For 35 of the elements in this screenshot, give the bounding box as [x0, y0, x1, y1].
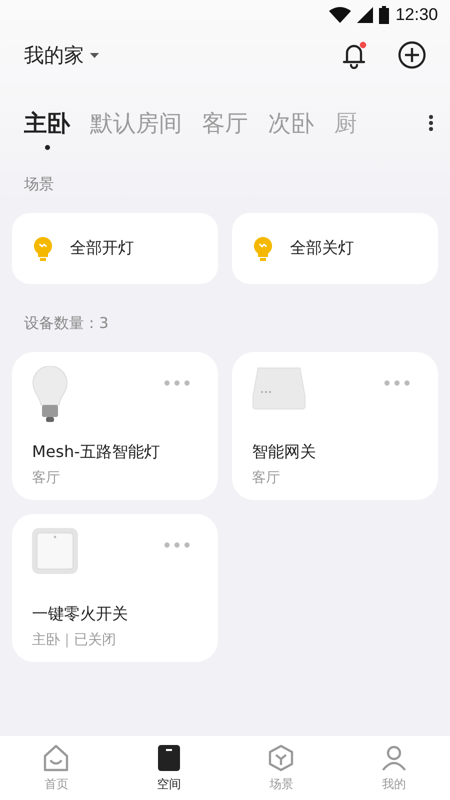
more-icon[interactable] — [428, 114, 434, 132]
device-name: 一键零火开关 — [32, 604, 128, 625]
wall-switch-icon — [32, 528, 78, 574]
wifi-icon — [329, 7, 352, 23]
add-icon[interactable] — [398, 41, 426, 69]
nav-tab[interactable]: 空间 — [112, 744, 225, 800]
device-count: 设备数量：3 — [24, 314, 109, 332]
light-bulb-icon — [32, 366, 68, 424]
gateway-icon — [252, 366, 306, 410]
caret-icon — [90, 52, 99, 58]
person-icon — [380, 744, 408, 772]
room-tab[interactable]: 主卧 — [24, 108, 70, 150]
device-name: Mesh-五路智能灯 — [32, 442, 160, 463]
bulb-icon — [254, 236, 272, 260]
device-info: 主卧｜已关闭 — [32, 631, 116, 649]
device-info: 客厅 — [32, 469, 60, 487]
battery-icon — [379, 6, 390, 24]
home-icon — [42, 744, 70, 772]
door-icon — [156, 744, 181, 772]
home-selector[interactable]: 我的家 — [24, 42, 84, 68]
section-title: 场景 — [24, 175, 54, 193]
device-name: 智能网关 — [252, 442, 316, 463]
device-card[interactable]: Mesh-五路智能灯 客厅 — [12, 352, 218, 500]
notification-icon[interactable] — [342, 41, 368, 69]
scene-card[interactable]: 全部关灯 — [232, 213, 438, 284]
scene-label: 全部关灯 — [290, 238, 354, 259]
signal-icon — [357, 7, 374, 23]
device-card[interactable]: 一键零火开关 主卧｜已关闭 — [12, 514, 218, 662]
device-card[interactable]: 智能网关 客厅 — [232, 352, 438, 500]
device-info: 客厅 — [252, 469, 280, 487]
scene-card[interactable]: 全部开灯 — [12, 213, 218, 284]
bulb-icon — [34, 236, 52, 260]
scene-label: 全部开灯 — [70, 238, 134, 259]
cube-icon — [267, 744, 296, 772]
status-time: 12:30 — [395, 5, 438, 25]
